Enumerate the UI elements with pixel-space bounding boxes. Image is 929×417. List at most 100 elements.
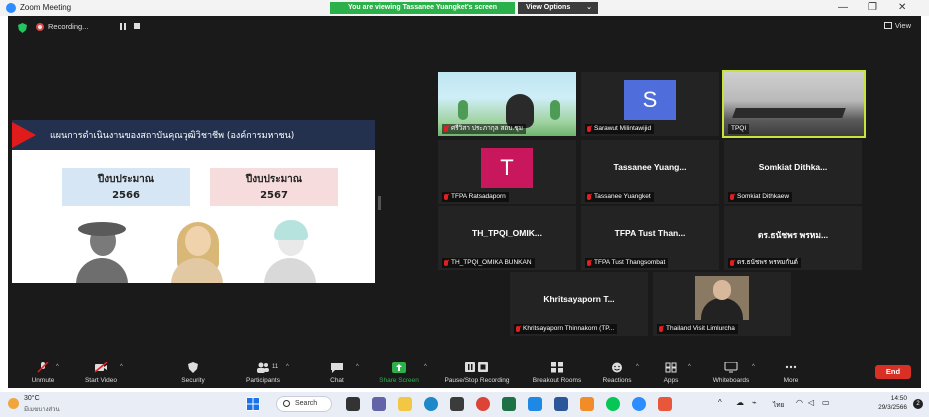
video-off-icon: [94, 362, 108, 373]
participants-button[interactable]: Participants 11 ^: [228, 362, 298, 384]
video-tile[interactable]: S Sarawut Milintawijid: [581, 72, 719, 136]
window-title: Zoom Meeting: [20, 3, 72, 12]
view-button[interactable]: View: [883, 21, 911, 30]
restore-button[interactable]: ❐: [868, 2, 877, 14]
task-view-icon[interactable]: [346, 397, 360, 411]
line-icon[interactable]: [606, 397, 620, 411]
more-dots-icon: [785, 365, 797, 369]
more-button[interactable]: More: [756, 362, 826, 384]
muted-mic-icon: [444, 260, 448, 266]
battery-icon[interactable]: ▭: [822, 398, 830, 407]
participant-name: Khritsayaporn Thinnakorn (TP...: [514, 324, 618, 334]
input-language[interactable]: ไทย: [773, 400, 784, 410]
share-screen-label: Share Screen: [379, 377, 419, 384]
volume-icon[interactable]: ◁: [808, 398, 814, 407]
chevron-up-icon[interactable]: ^: [356, 364, 359, 370]
video-tile[interactable]: ดร.ธนัชพร พรหม... ดร.ธนัชพร พรหมกันต์: [724, 206, 862, 270]
grid-view-icon: [883, 22, 892, 29]
participant-display-name: ดร.ธนัชพร พรหม...: [757, 230, 829, 240]
share-screen-icon: [392, 362, 406, 373]
stop-recording-icon[interactable]: [134, 23, 140, 29]
start-video-button[interactable]: Start Video ^: [66, 362, 136, 384]
muted-mic-icon: [730, 260, 734, 266]
chevron-up-icon[interactable]: ^: [56, 364, 59, 370]
video-tile[interactable]: T TFPA Ratsadaporn: [438, 140, 576, 204]
shared-screen: แผนการดำเนินงานของสถาบันคุณวุฒิวิชาชีพ (…: [12, 120, 375, 283]
notification-badge[interactable]: 2: [913, 399, 923, 409]
chrome-icon[interactable]: [476, 397, 490, 411]
reactions-label: Reactions: [602, 377, 632, 384]
muted-mic-icon: [587, 260, 591, 266]
video-tile[interactable]: Tassanee Yuang... Tassanee Yuangket: [581, 140, 719, 204]
end-meeting-button[interactable]: End: [875, 365, 911, 379]
video-tile[interactable]: TH_TPQI_OMIK... TH_TPQI_OMIKA BUNKAN: [438, 206, 576, 270]
more-label: More: [783, 377, 799, 384]
excel-icon[interactable]: [502, 397, 516, 411]
participant-avatar: T: [481, 148, 533, 188]
participant-name: Thailand Visit Limlurcha: [657, 324, 738, 334]
word-icon[interactable]: [554, 397, 568, 411]
chevron-up-icon[interactable]: ^: [718, 398, 722, 407]
person-woman-icon: [167, 220, 227, 283]
chevron-up-icon[interactable]: ^: [286, 364, 289, 370]
store-icon[interactable]: [450, 397, 464, 411]
start-menu-icon[interactable]: [246, 397, 260, 411]
close-button[interactable]: ✕: [898, 2, 906, 14]
chat-icon: [331, 363, 343, 373]
cloud-icon[interactable]: ☁: [736, 398, 744, 407]
chevron-up-icon[interactable]: ^: [120, 364, 123, 370]
search-label: Search: [295, 400, 318, 407]
security-button[interactable]: Security: [158, 362, 228, 384]
video-tile[interactable]: Somkiat Dithka... Somkiat Dithkaew: [724, 140, 862, 204]
participant-avatar: S: [624, 80, 676, 120]
mail-icon[interactable]: [528, 397, 542, 411]
wifi-icon[interactable]: ◠: [796, 398, 803, 407]
video-tile[interactable]: TFPA Tust Than... TFPA Tust Thangsombat: [581, 206, 719, 270]
muted-mic-icon: [516, 326, 520, 332]
video-tile[interactable]: Thailand Visit Limlurcha: [653, 272, 791, 336]
red-app-icon[interactable]: [658, 397, 672, 411]
teams-icon[interactable]: [372, 397, 386, 411]
whiteboard-icon: [724, 362, 738, 373]
zoom-icon[interactable]: [632, 397, 646, 411]
view-options-label: View Options: [526, 4, 571, 11]
view-options-button[interactable]: View Options ⌄: [518, 2, 598, 14]
participants-count: 11: [272, 364, 279, 370]
taskbar-search[interactable]: Search: [276, 396, 332, 412]
video-tile[interactable]: Khritsayaporn T... Khritsayaporn Thinnak…: [510, 272, 648, 336]
clock-time[interactable]: 14:50: [891, 395, 907, 402]
weather-icon[interactable]: [8, 398, 19, 409]
smiley-icon: [612, 362, 622, 373]
chat-button[interactable]: Chat ^: [302, 362, 372, 384]
minimize-button[interactable]: —: [838, 2, 848, 14]
file-explorer-icon[interactable]: [398, 397, 412, 411]
weather-description[interactable]: มีเมฆบางส่วน: [24, 404, 60, 414]
share-screen-button[interactable]: Share Screen ^: [364, 362, 434, 384]
unmute-label: Unmute: [31, 377, 55, 384]
participant-name: Tassanee Yuangket: [585, 192, 654, 202]
pause-recording-button[interactable]: Pause/Stop Recording: [432, 362, 522, 384]
chevron-up-icon[interactable]: ^: [688, 364, 691, 370]
participant-display-name: Somkiat Dithka...: [758, 162, 828, 172]
muted-mic-icon: [659, 326, 663, 332]
chevron-up-icon[interactable]: ^: [752, 364, 755, 370]
chat-label: Chat: [330, 377, 344, 384]
slide-title: แผนการดำเนินงานของสถาบันคุณวุฒิวิชาชีพ (…: [50, 131, 295, 141]
splitter-handle[interactable]: [378, 196, 381, 210]
chevron-up-icon[interactable]: ^: [424, 364, 427, 370]
orange-app-icon[interactable]: [580, 397, 594, 411]
chevron-down-icon: ⌄: [586, 4, 592, 11]
video-tile[interactable]: ศรีวิสา ประภากุล สถบ.ชุม: [438, 72, 576, 136]
participants-icon: [257, 362, 269, 373]
usb-icon[interactable]: ⌁: [752, 398, 757, 407]
pause-recording-icon[interactable]: [120, 23, 126, 30]
active-speaker-tile[interactable]: TPQI: [722, 70, 866, 138]
edge-icon[interactable]: [424, 397, 438, 411]
budget-year: 2567: [260, 190, 288, 201]
clock-date[interactable]: 29/3/2566: [878, 404, 907, 411]
participant-display-name: Khritsayaporn T...: [543, 294, 615, 304]
participant-name: TH_TPQI_OMIKA BUNKAN: [442, 258, 535, 268]
shield-icon[interactable]: [18, 23, 27, 33]
weather-temperature[interactable]: 30°C: [24, 395, 40, 402]
person-hat-icon: [72, 220, 132, 283]
